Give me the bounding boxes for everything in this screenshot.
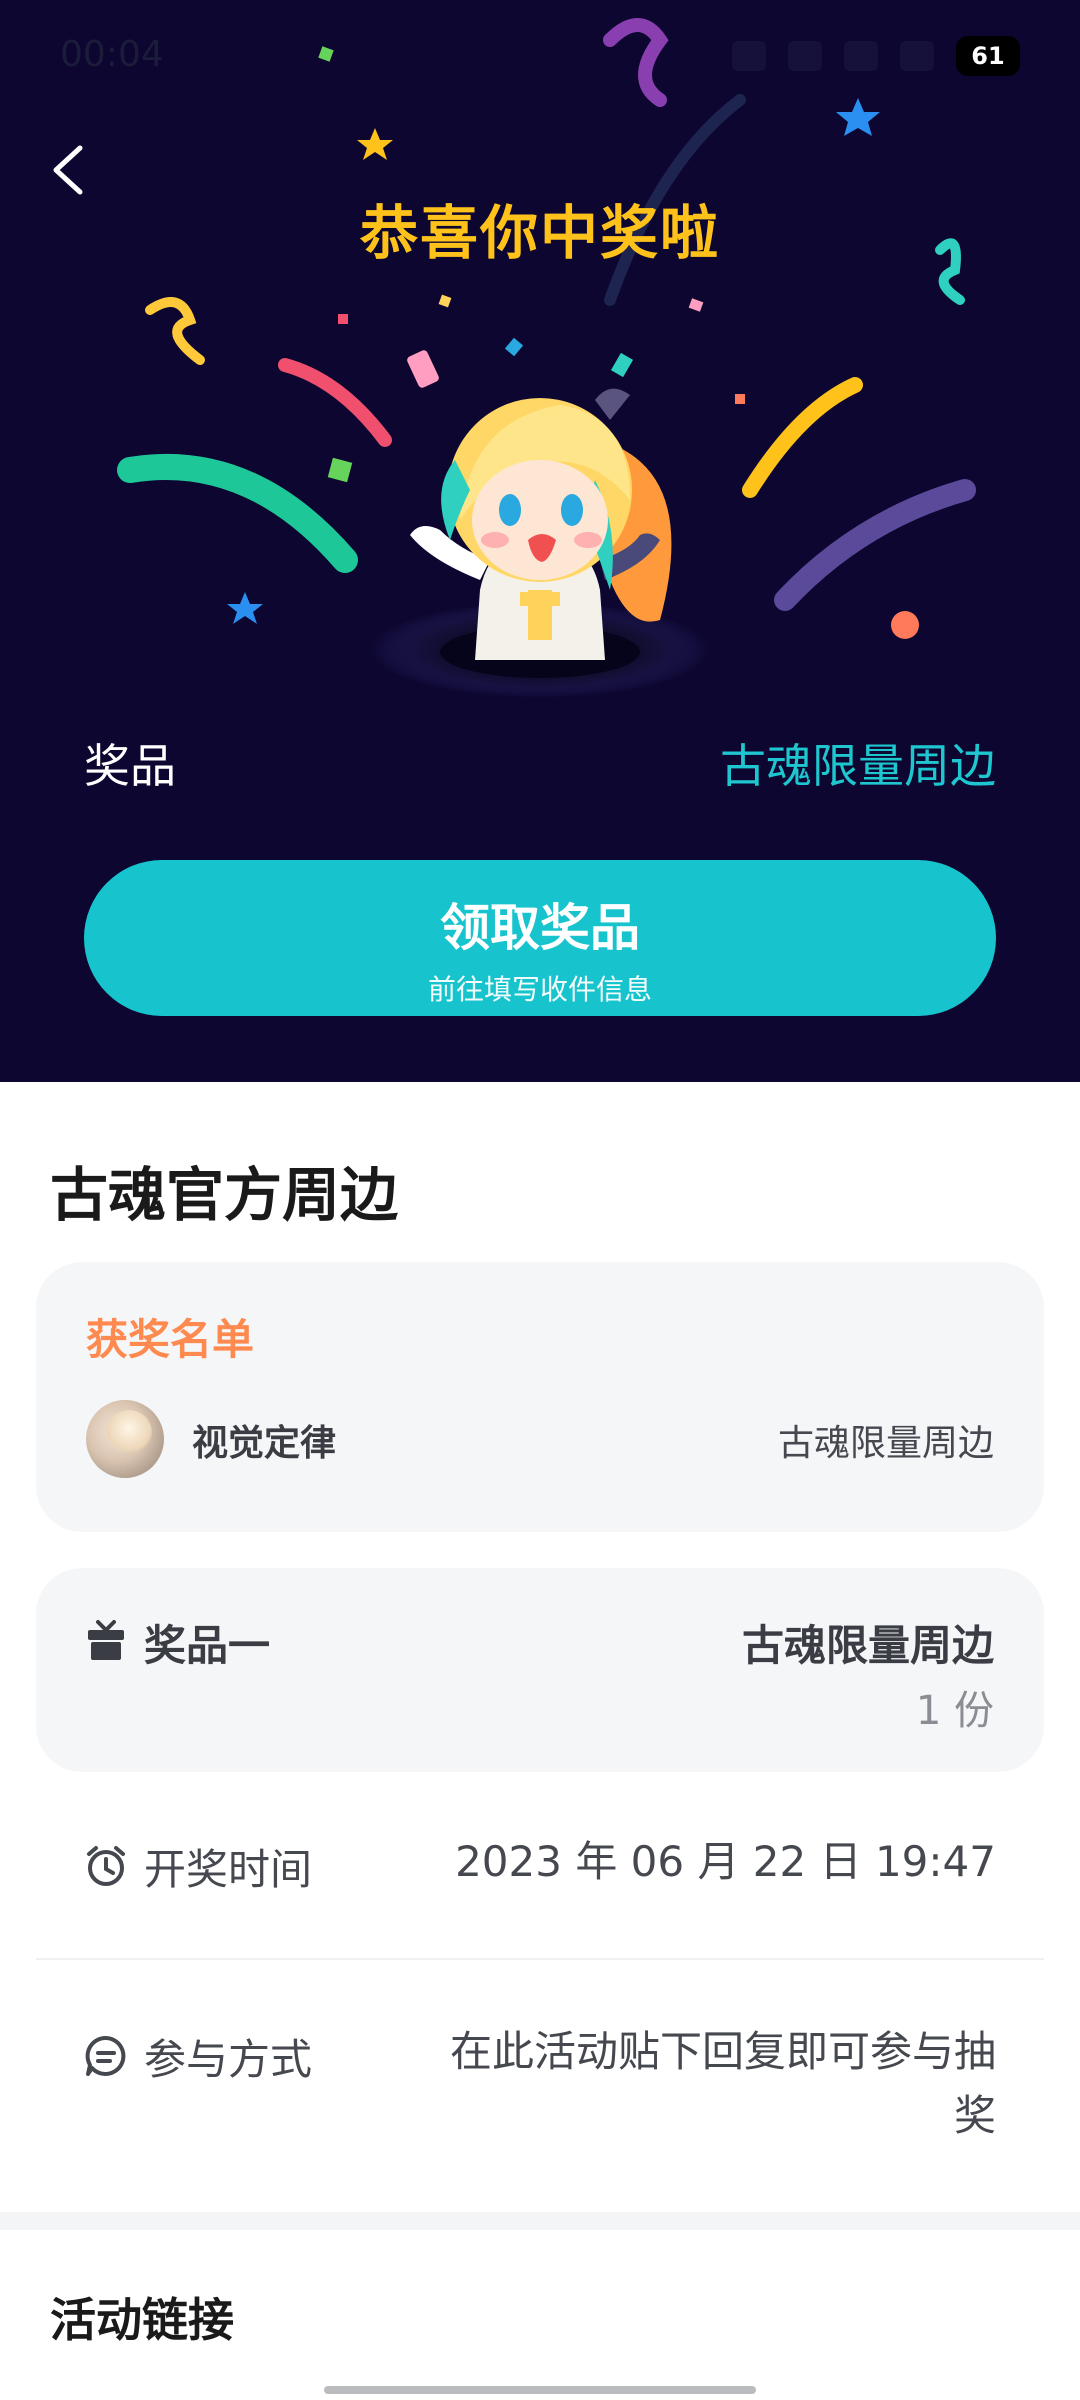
participation-value: 在此活动贴下回复即可参与抽奖 <box>449 2027 996 2140</box>
prize-card-name: 古魂限量周边 <box>741 1621 994 1670</box>
prize-card: 奖品一 古魂限量周边 1 份 <box>36 1568 1044 1772</box>
divider <box>36 1958 1044 1960</box>
participation-label: 参与方式 <box>144 2035 313 2084</box>
prize-value: 古魂限量周边 <box>720 739 996 793</box>
prize-card-count: 1 份 <box>915 1688 994 1734</box>
winner-name[interactable]: 视觉定律 <box>192 1414 336 1466</box>
claim-button-label: 领取奖品 <box>440 899 640 957</box>
winners-card: 获奖名单 视觉定律 古魂限量周边 <box>36 1262 1044 1532</box>
draw-time-row: 开奖时间 2023 年 06 月 22 日 19:47 <box>84 1830 996 1900</box>
claim-button-sublabel: 前往填写收件信息 <box>427 973 652 1006</box>
prize-hero-banner: 00:04 61 恭喜你中奖啦 奖品 古魂限量周边 领取奖品 前往填写收件信息 <box>0 0 1080 1082</box>
activity-link-title: 活动链接 <box>50 2293 234 2347</box>
winners-title: 获奖名单 <box>86 1315 255 1364</box>
section-title: 古魂官方周边 <box>50 1161 399 1229</box>
hero-title: 恭喜你中奖啦 <box>359 199 720 267</box>
winner-prize: 古魂限量周边 <box>777 1423 994 1464</box>
section-separator <box>0 2212 1080 2230</box>
prize-label: 奖品 <box>84 739 176 793</box>
claim-prize-button[interactable]: 领取奖品 前往填写收件信息 <box>84 860 996 1016</box>
home-indicator[interactable] <box>324 2386 756 2394</box>
gift-icon <box>88 1620 124 1660</box>
chat-bubble-icon <box>85 2035 126 2076</box>
alarm-clock-icon <box>87 1846 125 1886</box>
avatar[interactable] <box>86 1400 164 1478</box>
draw-time-value: 2023 年 06 月 22 日 19:47 <box>455 1837 996 1886</box>
prize-card-label: 奖品一 <box>144 1621 271 1670</box>
participation-row: 参与方式 在此活动贴下回复即可参与抽奖 <box>84 2020 996 2170</box>
mascot-illustration <box>370 388 710 698</box>
draw-time-label: 开奖时间 <box>144 1845 313 1894</box>
